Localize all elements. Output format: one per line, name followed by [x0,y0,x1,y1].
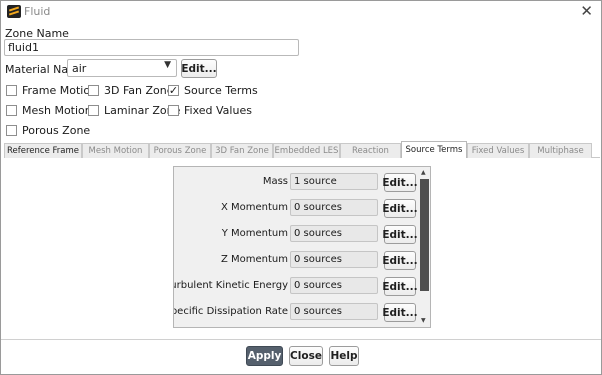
porous-zone-checkbox[interactable] [6,125,17,136]
source-row-value: 0 sources [290,251,378,268]
tab-bar: Reference Frame Mesh Motion Porous Zone … [4,141,600,158]
tab-mesh-motion[interactable]: Mesh Motion [82,143,149,158]
source-terms-option[interactable]: ✓ Source Terms [168,84,258,97]
source-row-label: X Momentum [220,202,288,213]
laminar-zone-option[interactable]: Laminar Zone [88,104,180,117]
source-row-label: Y Momentum [221,228,288,239]
material-select-value: air [72,62,87,75]
source-terms-label: Source Terms [184,84,258,97]
source-terms-checkbox[interactable]: ✓ [168,85,179,96]
material-edit-button[interactable]: Edit... [181,59,217,78]
source-edit-button[interactable]: Edit... [382,277,418,296]
title-bar: Fluid ✕ [1,1,601,23]
scroll-up-icon[interactable]: ▲ [421,169,426,176]
source-edit-button[interactable]: Edit... [382,225,418,244]
material-select[interactable]: air ▼ [67,59,177,77]
fan-zone-3d-option[interactable]: 3D Fan Zone [88,84,174,97]
footer-divider [1,339,601,340]
panel-scrollbar[interactable]: ▲ ▼ [419,167,430,327]
porous-zone-option[interactable]: Porous Zone [6,124,90,137]
source-row-label: Z Momentum [220,254,288,265]
chevron-down-icon: ▼ [164,60,171,70]
source-row-value: 0 sources [290,303,378,320]
close-icon[interactable]: ✕ [580,2,593,20]
tab-reaction[interactable]: Reaction [340,143,401,158]
source-row-specific-dissipation-rate: Specific Dissipation Rate 0 sources Edit… [174,298,420,324]
frame-motion-checkbox[interactable] [6,85,17,96]
source-edit-button[interactable]: Edit... [382,173,418,192]
window-title: Fluid [24,5,51,18]
source-terms-panel: Mass 1 source Edit... X Momentum 0 sourc… [173,166,431,328]
tab-source-terms[interactable]: Source Terms [401,141,467,158]
tab-porous-zone[interactable]: Porous Zone [149,143,211,158]
source-row-value: 0 sources [290,199,378,216]
tab-reference-frame[interactable]: Reference Frame [4,143,82,158]
source-edit-button[interactable]: Edit... [382,251,418,270]
source-row-mass: Mass 1 source Edit... [174,168,420,194]
frame-motion-option[interactable]: Frame Motion [6,84,97,97]
frame-motion-label: Frame Motion [22,84,98,97]
source-edit-button[interactable]: Edit... [382,199,418,218]
mesh-motion-option[interactable]: Mesh Motion [6,104,92,117]
source-row-y-momentum: Y Momentum 0 sources Edit... [174,220,420,246]
source-row-value: 0 sources [290,225,378,242]
checkmark-icon: ✓ [168,84,179,97]
source-row-value: 0 sources [290,277,378,294]
fan-zone-3d-label: 3D Fan Zone [104,84,174,97]
fixed-values-checkbox[interactable] [168,105,179,116]
scroll-thumb[interactable] [420,179,429,291]
source-row-x-momentum: X Momentum 0 sources Edit... [174,194,420,220]
source-row-turbulent-kinetic-energy: Turbulent Kinetic Energy 0 sources Edit.… [174,272,420,298]
source-row-z-momentum: Z Momentum 0 sources Edit... [174,246,420,272]
scroll-down-icon[interactable]: ▼ [421,317,426,324]
mesh-motion-checkbox[interactable] [6,105,17,116]
zone-name-input[interactable]: fluid1 [4,39,299,56]
tab-3d-fan-zone[interactable]: 3D Fan Zone [211,143,273,158]
help-button[interactable]: Help [329,346,359,366]
source-row-partial [174,324,420,327]
app-logo-icon [7,5,21,18]
tab-multiphase[interactable]: Multiphase [529,143,592,158]
fan-zone-3d-checkbox[interactable] [88,85,99,96]
source-row-label: Turbulent Kinetic Energy [173,280,288,291]
tab-fixed-values[interactable]: Fixed Values [467,143,529,158]
apply-button[interactable]: Apply [246,346,283,366]
fluid-dialog: Fluid ✕ Zone Name fluid1 Material Name a… [0,0,602,375]
source-row-label: Specific Dissipation Rate [173,306,288,317]
fixed-values-label: Fixed Values [184,104,252,117]
laminar-zone-checkbox[interactable] [88,105,99,116]
source-row-label: Mass [262,176,288,187]
porous-zone-label: Porous Zone [22,124,91,137]
fixed-values-option[interactable]: Fixed Values [168,104,252,117]
mesh-motion-label: Mesh Motion [22,104,92,117]
source-row-value: 1 source [290,173,378,190]
tab-embedded-les[interactable]: Embedded LES [273,143,340,158]
close-button[interactable]: Close [289,346,323,366]
source-edit-button[interactable]: Edit... [382,303,418,322]
